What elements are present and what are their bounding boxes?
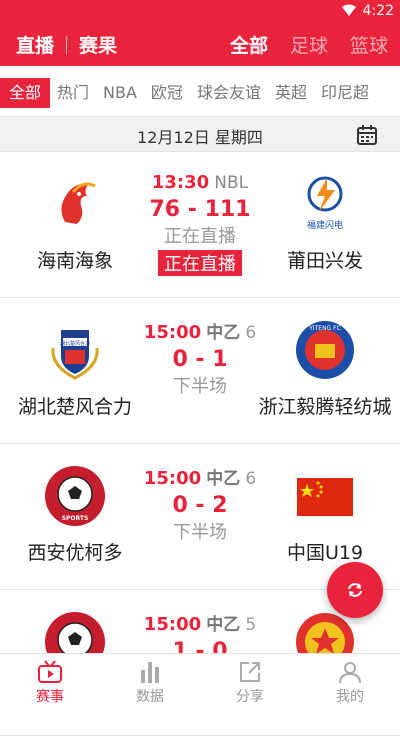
- date-label[interactable]: 12月12日 星期四: [0, 124, 400, 148]
- home-team: 海南海象: [0, 172, 150, 273]
- away-team: 福建闪电 莆田兴发: [250, 172, 400, 273]
- away-team: 中国U19: [250, 464, 400, 565]
- match-time: 15:00: [143, 468, 202, 489]
- away-team: YITENG FC 浙江毅腾轻纺城: [250, 318, 400, 419]
- person-icon: [339, 662, 361, 684]
- match-status: 正在直播: [164, 226, 236, 247]
- away-team-name: 莆田兴发: [286, 250, 363, 272]
- match-time: 15:00: [143, 322, 202, 343]
- match-score: 0 - 2: [172, 493, 228, 518]
- tab-live[interactable]: 直播: [16, 31, 54, 58]
- round-crest-logo-icon: YITENG FC: [296, 321, 354, 379]
- category-tab-nba[interactable]: NBA: [96, 78, 144, 108]
- match-status: 下半场: [173, 522, 227, 543]
- away-team-name: 浙江毅腾轻纺城: [258, 396, 392, 418]
- shield-logo-icon: 湖北楚风合力: [51, 330, 99, 380]
- category-tab-epl[interactable]: 英超: [268, 78, 314, 108]
- nav-events-label: 赛事: [36, 689, 64, 705]
- match-row[interactable]: 海南海象 13:30 NBL 76 - 111 正在直播 正在直播 福建闪电 莆…: [0, 152, 400, 298]
- home-logo-text: SPORTS: [62, 515, 89, 522]
- match-score: 0 - 1: [172, 347, 228, 372]
- refresh-icon: [348, 583, 362, 597]
- nav-profile[interactable]: 我的: [300, 654, 400, 711]
- match-row[interactable]: 湖北楚风合力 湖北楚风合力 15:00 中乙 6 0 - 1 下半场 YITEN…: [0, 298, 400, 444]
- date-bar: 12月12日 星期四: [0, 116, 400, 152]
- category-tab-all[interactable]: 全部: [0, 78, 51, 108]
- match-time: 15:00: [143, 614, 202, 635]
- divider: [66, 35, 68, 54]
- seahorse-logo-icon: [61, 182, 96, 224]
- bottom-nav: 赛事 数据 分享 我的: [0, 653, 400, 711]
- status-time: 4:22: [362, 3, 394, 19]
- nav-share-label: 分享: [236, 689, 264, 705]
- top-header: 直播 赛果 全部 足球 篮球: [0, 22, 400, 66]
- category-tab-indonesia[interactable]: 印尼超: [314, 78, 376, 108]
- nav-share[interactable]: 分享: [200, 654, 300, 711]
- sport-tab-basketball[interactable]: 篮球: [350, 31, 388, 58]
- bar-chart-icon: [141, 662, 159, 683]
- home-team-name: 海南海象: [36, 250, 113, 272]
- away-logo-text: YITENG FC: [308, 325, 341, 332]
- tab-results[interactable]: 赛果: [79, 31, 117, 58]
- league-name: 中乙: [206, 469, 241, 489]
- league-name: 中乙: [206, 615, 241, 635]
- away-logo-text: 福建闪电: [307, 219, 343, 231]
- nav-data[interactable]: 数据: [100, 654, 200, 711]
- home-team-name: 湖北楚风合力: [17, 396, 132, 418]
- china-flag-icon: [297, 478, 353, 516]
- home-team-name: 西安优柯多: [27, 542, 123, 564]
- match-list: 海南海象 13:30 NBL 76 - 111 正在直播 正在直播 福建闪电 莆…: [0, 152, 400, 736]
- category-tab-club-friendly[interactable]: 球会友谊: [190, 78, 268, 108]
- refresh-button[interactable]: [327, 562, 383, 618]
- tv-icon: [38, 660, 62, 683]
- soccer-ball-logo-icon: SPORTS: [45, 466, 105, 526]
- home-team: 湖北楚风合力 湖北楚风合力: [0, 318, 150, 419]
- lightning-logo-icon: 福建闪电: [307, 176, 343, 231]
- share-icon: [240, 662, 260, 682]
- away-team-name: 中国U19: [286, 542, 364, 564]
- home-logo-text: 湖北楚风合力: [60, 340, 90, 347]
- category-tab-ucl[interactable]: 欧冠: [144, 78, 190, 108]
- match-info: 15:00 中乙 6 0 - 2 下半场: [130, 464, 270, 544]
- match-status: 下半场: [173, 376, 227, 397]
- home-team: SPORTS 西安优柯多: [0, 464, 150, 565]
- calendar-icon[interactable]: [356, 124, 378, 146]
- match-info: 15:00 中乙 6 0 - 1 下半场: [130, 318, 270, 398]
- category-tabs: 全部 热门 NBA 欧冠 球会友谊 英超 印尼超: [0, 74, 400, 112]
- wifi-icon: [342, 4, 356, 16]
- nav-data-label: 数据: [136, 689, 164, 705]
- nav-profile-label: 我的: [336, 689, 364, 705]
- live-badge[interactable]: 正在直播: [158, 250, 242, 276]
- match-time: 13:30: [151, 172, 210, 193]
- match-info: 13:30 NBL 76 - 111 正在直播 正在直播: [130, 172, 270, 276]
- sport-tab-football[interactable]: 足球: [290, 31, 328, 58]
- match-score: 76 - 111: [149, 197, 251, 222]
- status-bar: 4:22: [0, 0, 400, 22]
- league-name: 中乙: [206, 323, 241, 343]
- sport-tab-all[interactable]: 全部: [230, 31, 268, 58]
- nav-events[interactable]: 赛事: [0, 654, 100, 711]
- category-tab-hot[interactable]: 热门: [50, 78, 96, 108]
- league-name: NBL: [214, 173, 249, 193]
